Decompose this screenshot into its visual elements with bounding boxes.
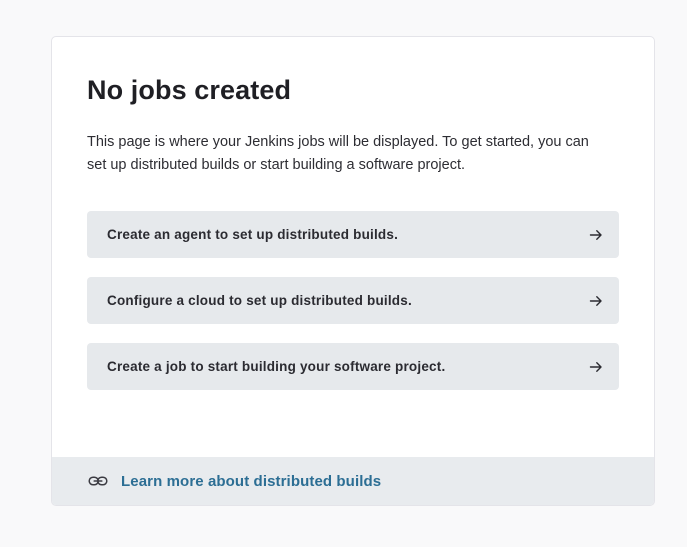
configure-cloud-button[interactable]: Configure a cloud to set up distributed … bbox=[87, 277, 619, 324]
action-list: Create an agent to set up distributed bu… bbox=[87, 211, 619, 390]
arrow-right-icon bbox=[589, 295, 602, 306]
link-icon bbox=[88, 476, 108, 486]
arrow-right-icon bbox=[589, 361, 602, 372]
learn-more-link[interactable]: Learn more about distributed builds bbox=[121, 473, 381, 490]
create-job-label: Create a job to start building your soft… bbox=[107, 359, 446, 374]
create-job-button[interactable]: Create a job to start building your soft… bbox=[87, 343, 619, 390]
create-agent-button[interactable]: Create an agent to set up distributed bu… bbox=[87, 211, 619, 258]
empty-state-content: No jobs created This page is where your … bbox=[87, 73, 619, 409]
empty-state-card: No jobs created This page is where your … bbox=[51, 36, 655, 506]
configure-cloud-label: Configure a cloud to set up distributed … bbox=[107, 293, 412, 308]
arrow-right-icon bbox=[589, 229, 602, 240]
create-agent-label: Create an agent to set up distributed bu… bbox=[107, 227, 399, 242]
card-footer: Learn more about distributed builds bbox=[52, 457, 654, 505]
empty-state-description: This page is where your Jenkins jobs wil… bbox=[87, 134, 589, 173]
page-title: No jobs created bbox=[87, 75, 292, 105]
